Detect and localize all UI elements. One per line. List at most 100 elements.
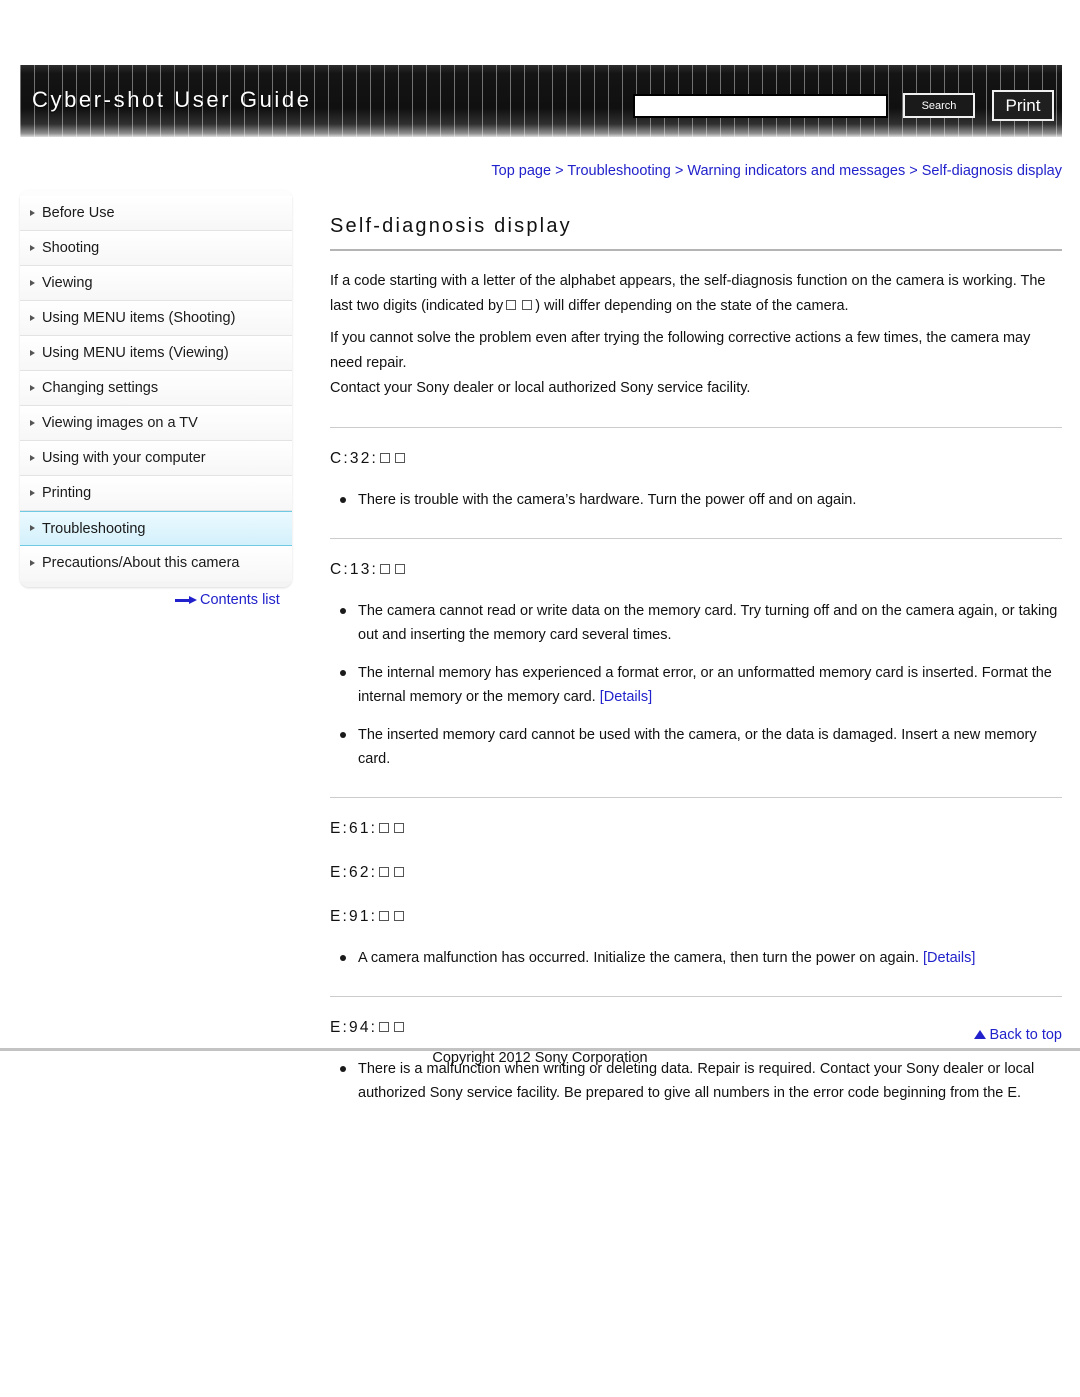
error-code-label: C:32: — [330, 450, 379, 467]
error-code-label: C:13: — [330, 561, 379, 578]
code-section: E:61: E:62: E:91: A camera malfunction has … — [330, 797, 1062, 970]
error-code-heading: E:91: — [330, 904, 1062, 930]
list-item-text: The internal memory has experienced a fo… — [358, 665, 1052, 705]
placeholder-box-icon — [379, 867, 390, 877]
breadcrumb-item-top-page[interactable]: Top page — [491, 163, 551, 179]
placeholder-box-icon — [394, 911, 405, 921]
search-button[interactable]: Search — [903, 93, 975, 118]
error-code-label: E:62: — [330, 864, 378, 881]
sidebar-item-label: Printing — [42, 485, 92, 501]
sidebar-item-viewing[interactable]: Viewing — [20, 266, 292, 301]
breadcrumb-item-self-diagnosis-display[interactable]: Self-diagnosis display — [922, 163, 1062, 179]
sidebar-nav: Before Use Shooting Viewing Using MENU item… — [20, 190, 292, 587]
intro-paragraph-1-text-b: ) will differ depending on the state of … — [535, 298, 849, 314]
list-item-text: There is a malfunction when writing or d… — [358, 1061, 1035, 1101]
print-button[interactable]: Print — [992, 90, 1054, 121]
placeholder-box-icon — [380, 453, 391, 463]
sidebar-item-label: Changing settings — [42, 380, 159, 396]
details-link[interactable]: [Details] — [600, 689, 652, 705]
sidebar-item-before-use[interactable]: Before Use — [20, 196, 292, 231]
corrective-action-list: The camera cannot read or write data on … — [330, 599, 1062, 771]
error-code-label: E:61: — [330, 820, 378, 837]
breadcrumb: Top page > Troubleshooting > Warning ind… — [330, 163, 1062, 179]
chevron-right-icon — [30, 279, 35, 286]
page-title: Self-diagnosis display — [330, 215, 572, 237]
corrective-action-list: There is trouble with the camera’s hardw… — [330, 488, 1062, 512]
list-item-text: The camera cannot read or write data on … — [358, 603, 1058, 643]
sidebar-item-label: Using MENU items (Viewing) — [42, 345, 229, 361]
title-divider — [330, 249, 1062, 251]
placeholder-box-icon — [379, 823, 390, 833]
sidebar-item-label: Before Use — [42, 205, 115, 221]
list-item-text: The inserted memory card cannot be used … — [358, 727, 1037, 767]
sidebar-item-using-menu-items-shooting[interactable]: Using MENU items (Shooting) — [20, 301, 292, 336]
list-item-text: A camera malfunction has occurred. Initi… — [358, 950, 919, 966]
search-input[interactable] — [633, 94, 888, 118]
site-title: Cyber-shot User Guide — [32, 87, 312, 112]
error-code-heading: C:32: — [330, 446, 1062, 472]
placeholder-box-icon — [395, 564, 406, 574]
chevron-right-icon — [30, 489, 35, 496]
error-code-label: E:94: — [330, 1019, 378, 1036]
sidebar-item-label: Viewing — [42, 275, 93, 291]
list-item: The internal memory has experienced a fo… — [330, 661, 1062, 709]
error-code-heading: E:62: — [330, 860, 1062, 886]
chevron-right-icon — [30, 454, 35, 461]
chevron-right-icon — [30, 419, 35, 426]
section-divider — [330, 538, 1062, 539]
placeholder-box-icon — [379, 911, 390, 921]
arrow-right-icon — [175, 596, 197, 605]
sidebar-item-label: Using with your computer — [42, 450, 206, 466]
sidebar-item-label: Viewing images on a TV — [42, 415, 198, 431]
sidebar-item-changing-settings[interactable]: Changing settings — [20, 371, 292, 406]
main-content: Self-diagnosis display If a code startin… — [330, 215, 1062, 1105]
breadcrumb-item-troubleshooting[interactable]: Troubleshooting — [567, 163, 670, 179]
placeholder-box-icon — [380, 564, 391, 574]
sidebar-item-label: Troubleshooting — [42, 521, 146, 537]
sidebar-item-label: Precautions/About this camera — [42, 555, 240, 571]
list-item: There is trouble with the camera’s hardw… — [330, 488, 1062, 512]
section-divider — [330, 797, 1062, 798]
sidebar-item-troubleshooting[interactable]: Troubleshooting — [20, 511, 292, 546]
details-link[interactable]: [Details] — [923, 950, 975, 966]
copyright-text: Copyright 2012 Sony Corporation — [432, 1050, 648, 1066]
chevron-right-icon — [30, 244, 35, 251]
contents-list-label: Contents list — [200, 592, 280, 608]
sidebar-item-printing[interactable]: Printing — [20, 476, 292, 511]
intro-block: If a code starting with a letter of the … — [330, 269, 1062, 401]
sidebar-item-shooting[interactable]: Shooting — [20, 231, 292, 266]
breadcrumb-separator: > — [674, 163, 684, 179]
error-code-heading: E:61: — [330, 816, 1062, 842]
back-to-top-link[interactable]: Back to top — [840, 1027, 1062, 1043]
breadcrumb-item-warning-indicators[interactable]: Warning indicators and messages — [687, 163, 905, 179]
chevron-right-icon — [30, 209, 35, 216]
breadcrumb-separator: > — [909, 163, 918, 179]
placeholder-box-icon — [379, 1022, 390, 1032]
sidebar-item-using-with-your-computer[interactable]: Using with your computer — [20, 441, 292, 476]
chevron-right-icon — [30, 384, 35, 391]
sidebar-item-viewing-images-on-a-tv[interactable]: Viewing images on a TV — [20, 406, 292, 441]
chevron-right-icon — [30, 560, 35, 566]
triangle-up-icon — [974, 1030, 987, 1039]
sidebar-item-using-menu-items-viewing[interactable]: Using MENU items (Viewing) — [20, 336, 292, 371]
placeholder-box-icon — [395, 453, 406, 463]
intro-paragraph-1: If a code starting with a letter of the … — [330, 269, 1062, 319]
sidebar-item-precautions-about-this-camera[interactable]: Precautions/About this camera — [20, 546, 292, 581]
sidebar-item-label: Shooting — [42, 240, 100, 256]
code-section: C:32: There is trouble with the camera’s … — [330, 427, 1062, 512]
corrective-action-list: A camera malfunction has occurred. Initi… — [330, 946, 1062, 970]
chevron-right-icon — [30, 349, 35, 356]
chevron-right-icon — [30, 525, 35, 531]
section-divider — [330, 427, 1062, 428]
placeholder-box-icon — [394, 1022, 405, 1032]
placeholder-box-icon — [506, 300, 517, 310]
sidebar-item-label: Using MENU items (Shooting) — [42, 310, 236, 326]
placeholder-box-icon — [394, 823, 405, 833]
placeholder-box-icon — [394, 867, 405, 877]
contents-list-link[interactable]: Contents list — [175, 592, 280, 608]
list-item: The camera cannot read or write data on … — [330, 599, 1062, 647]
list-item-text: There is trouble with the camera’s hardw… — [358, 492, 857, 508]
breadcrumb-separator: > — [555, 163, 564, 179]
back-to-top-label: Back to top — [989, 1027, 1062, 1043]
error-code-label: E:91: — [330, 908, 378, 925]
